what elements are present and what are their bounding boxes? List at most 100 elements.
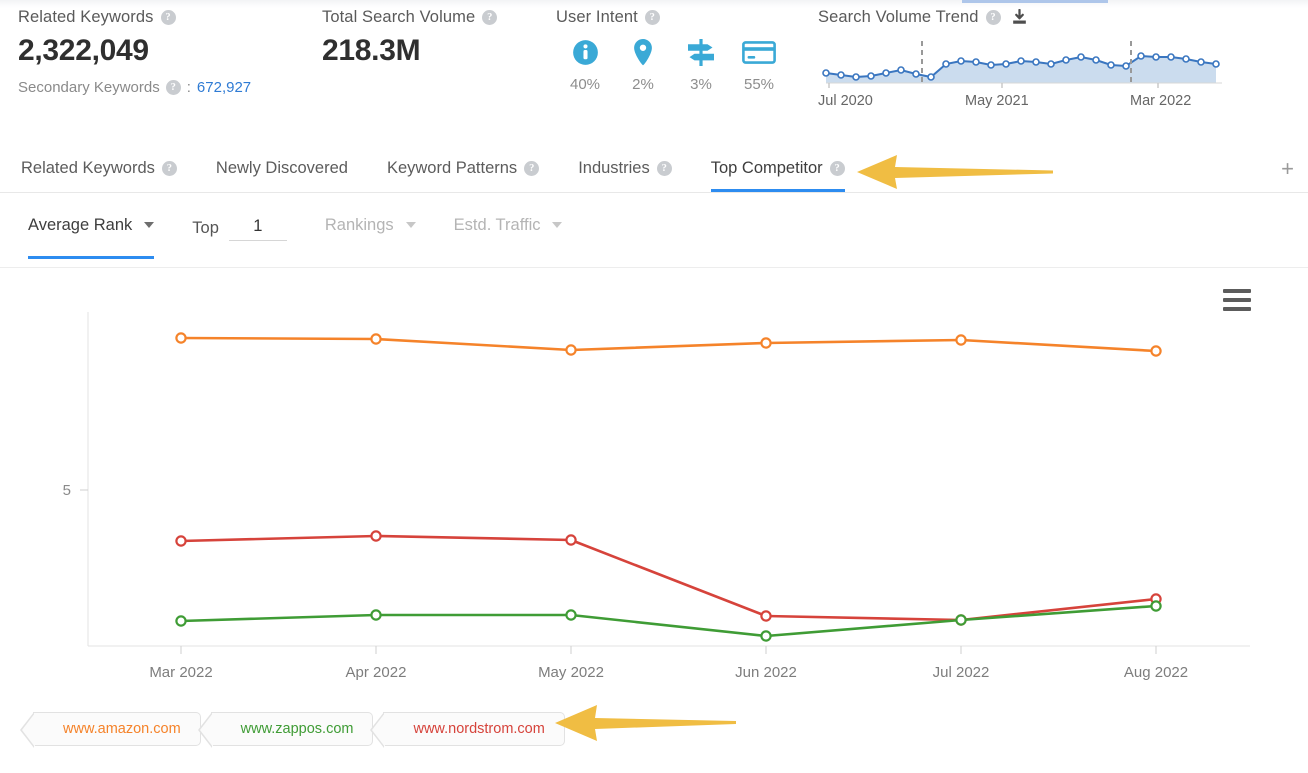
tab-related-keywords[interactable]: Related Keywords ?: [21, 146, 177, 192]
intent-percent: 2%: [632, 76, 654, 93]
filter-estd-traffic[interactable]: Estd. Traffic: [454, 197, 563, 259]
chevron-down-icon: [144, 222, 155, 228]
filter-list: Average Rank Top Rankings Estd. Traffic: [0, 193, 1308, 263]
metric-user-intent: User Intent ? 40% 2% 3% 55%: [556, 8, 788, 93]
tab-keyword-patterns[interactable]: Keyword Patterns ?: [386, 146, 540, 192]
credit-card-icon: [730, 36, 788, 68]
metric-label: Total Search Volume ?: [322, 8, 498, 27]
tab-label: Industries: [578, 158, 650, 177]
intent-transactional[interactable]: 3%: [672, 36, 730, 93]
top-n-input[interactable]: [228, 215, 287, 241]
secondary-keywords-separator: :: [186, 79, 191, 96]
metric-related-keywords: Related Keywords ? 2,322,049 Secondary K…: [18, 8, 251, 96]
chart-series-nordstrom: [180, 534, 1157, 622]
secondary-keywords-value-link[interactable]: 672,927: [197, 79, 251, 96]
chart-x-label: Aug 2022: [1124, 664, 1188, 681]
legend-label: www.zappos.com: [240, 721, 354, 737]
filter-label: Estd. Traffic: [453, 215, 541, 234]
arrow-pointing-to-legend: [553, 702, 738, 749]
metric-total-search-volume: Total Search Volume ? 218.3M: [322, 8, 498, 67]
search-volume-trend-label: Search Volume Trend: [818, 8, 979, 26]
intent-navigational[interactable]: 2%: [614, 36, 672, 93]
user-intent-icons: 40% 2% 3% 55%: [556, 36, 788, 93]
chart-x-tick-labels: Mar 2022 Apr 2022 May 2022 Jun 2022 Jul …: [149, 664, 1188, 681]
competitor-rank-chart[interactable]: 5 Mar 2022 Apr 2022 May 2022 Jun 2022 Ju…: [0, 268, 1308, 698]
chart-series-amazon: [180, 336, 1157, 353]
filter-label: Rankings: [324, 215, 394, 234]
tab-label: Newly Discovered: [215, 158, 348, 177]
filter-average-rank[interactable]: Average Rank: [28, 197, 155, 259]
chart-x-label: Apr 2022: [346, 664, 407, 681]
sparkline-svg: [822, 41, 1222, 88]
metric-label: Search Volume Trend ?: [818, 8, 1230, 27]
download-icon[interactable]: [1011, 9, 1028, 26]
partial-tab-underline: [962, 0, 1108, 3]
intent-percent: 3%: [690, 76, 712, 93]
chart-markers-amazon: [175, 332, 1162, 357]
user-intent-label: User Intent: [556, 8, 638, 26]
metrics-header: Related Keywords ? 2,322,049 Secondary K…: [0, 8, 1308, 141]
question-mark-icon[interactable]: ?: [644, 10, 660, 25]
legend-item-nordstrom[interactable]: www.nordstrom.com: [370, 712, 565, 748]
legend-label: www.nordstrom.com: [413, 721, 545, 737]
tab-list: Related Keywords ? Newly Discovered Keyw…: [0, 146, 1308, 192]
tab-newly-discovered[interactable]: Newly Discovered: [216, 146, 348, 192]
tab-bar: Related Keywords ? Newly Discovered Keyw…: [0, 146, 1308, 193]
tab-industries[interactable]: Industries ?: [578, 146, 672, 192]
chart-markers-zappos: [175, 600, 1162, 642]
sparkline-tick-label: Jul 2020: [818, 93, 873, 109]
chevron-down-icon: [552, 222, 563, 228]
question-mark-icon[interactable]: ?: [161, 160, 177, 176]
plus-icon[interactable]: +: [1281, 158, 1294, 180]
signpost-icon: [672, 36, 730, 68]
chevron-down-icon: [405, 222, 416, 228]
sparkline-axis-labels: Jul 2020 May 2021 Mar 2022: [818, 93, 1230, 113]
chart-svg: 5 Mar 2022 Apr 2022 May 2022 Jun 2022 Ju…: [63, 312, 1250, 681]
filter-top-group: Top: [192, 215, 287, 241]
secondary-keywords-label: Secondary Keywords: [18, 79, 160, 96]
chart-x-ticks: [180, 646, 1157, 654]
legend-item-amazon[interactable]: www.amazon.com: [20, 712, 201, 748]
related-keywords-label: Related Keywords: [18, 8, 154, 26]
question-mark-icon[interactable]: ?: [656, 160, 672, 176]
intent-commercial[interactable]: 55%: [730, 36, 788, 93]
question-mark-icon[interactable]: ?: [482, 10, 498, 25]
tab-label: Related Keywords: [21, 158, 155, 177]
chart-x-label: Jul 2022: [933, 664, 990, 681]
filter-rankings[interactable]: Rankings: [325, 197, 416, 259]
metric-label: User Intent ?: [556, 8, 788, 27]
question-mark-icon[interactable]: ?: [524, 160, 540, 176]
legend-item-zappos[interactable]: www.zappos.com: [197, 712, 374, 748]
question-mark-icon[interactable]: ?: [165, 80, 181, 95]
chart-x-label: Mar 2022: [149, 664, 212, 681]
page-root: Related Keywords ? 2,322,049 Secondary K…: [0, 0, 1308, 773]
legend-label: www.amazon.com: [63, 721, 181, 737]
metric-label: Related Keywords ?: [18, 8, 251, 27]
chart-y-tick-label: 5: [63, 482, 71, 499]
info-circle-icon: [556, 36, 614, 68]
sparkline-tick-label: May 2021: [965, 93, 1029, 109]
intent-informational[interactable]: 40%: [556, 36, 614, 93]
chart-x-label: May 2022: [538, 664, 604, 681]
search-volume-sparkline[interactable]: Jul 2020 May 2021 Mar 2022: [818, 35, 1230, 113]
question-mark-icon[interactable]: ?: [829, 160, 845, 176]
filter-label: Average Rank: [28, 215, 133, 234]
tab-top-competitor[interactable]: Top Competitor ?: [710, 146, 845, 192]
related-keywords-value: 2,322,049: [18, 34, 149, 67]
secondary-keywords-row: Secondary Keywords ? : 672,927: [18, 79, 251, 96]
total-search-volume-value: 218.3M: [322, 34, 421, 67]
question-mark-icon[interactable]: ?: [160, 10, 176, 25]
chart-x-label: Jun 2022: [735, 664, 797, 681]
question-mark-icon[interactable]: ?: [985, 10, 1001, 25]
intent-percent: 55%: [743, 76, 775, 93]
tab-label: Top Competitor: [710, 158, 823, 177]
top-label: Top: [192, 218, 219, 237]
map-pin-icon: [614, 36, 672, 68]
chart-series-zappos: [180, 604, 1157, 638]
sparkline-tick-label: Mar 2022: [1130, 93, 1192, 109]
filter-bar: Average Rank Top Rankings Estd. Traffic: [0, 193, 1308, 268]
metric-search-volume-trend: Search Volume Trend ? Jul 2020 May 2021 …: [818, 8, 1230, 113]
hamburger-menu-icon[interactable]: [1223, 289, 1251, 311]
tab-label: Keyword Patterns: [386, 158, 518, 177]
chart-legend: www.amazon.com www.zappos.com www.nordst…: [20, 712, 565, 748]
